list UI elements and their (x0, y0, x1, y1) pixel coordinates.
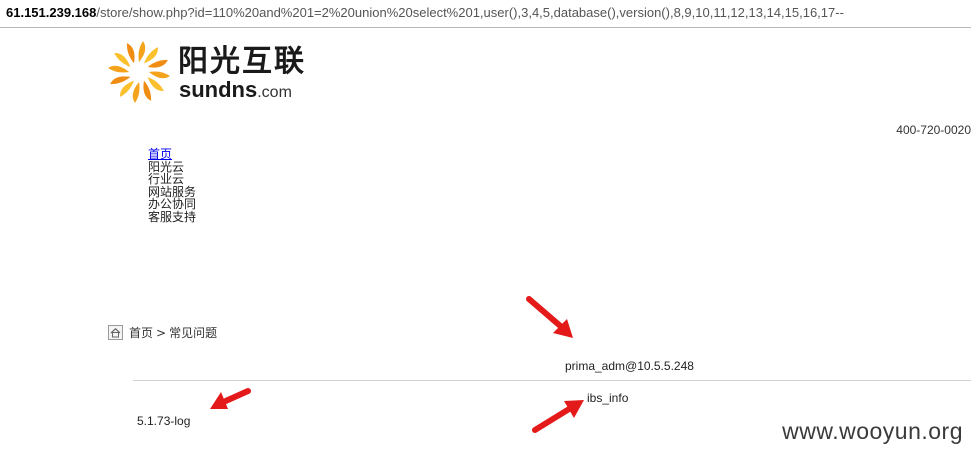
nav-link-home[interactable]: 首页 (148, 147, 172, 161)
logo-name-en: sundns.com (179, 79, 292, 104)
sun-logo-icon (108, 41, 170, 103)
divider (133, 380, 971, 381)
red-arrow-icon (210, 388, 251, 409)
leaked-db-user: prima_adm@10.5.5.248 (565, 359, 694, 373)
red-arrow-icon (526, 296, 573, 338)
url-host: 61.151.239.168 (6, 5, 97, 20)
phone-number: 400-720-0020 (896, 123, 971, 137)
site-logo[interactable]: 阳光互联 sundns.com (106, 41, 321, 103)
breadcrumb-separator: > (156, 325, 167, 340)
breadcrumb-current: 常见问题 (169, 326, 218, 340)
main-nav: 首页 阳光云 行业云 网站服务 办公协同 客服支持 (148, 148, 196, 223)
logo-domain-suffix: .com (257, 84, 292, 101)
nav-item-support[interactable]: 客服支持 (148, 210, 196, 224)
logo-name-en-main: sundns (179, 77, 258, 102)
leaked-db-name: ibs_info (587, 391, 629, 405)
watermark: www.wooyun.org (782, 418, 963, 444)
nav-item-office-collab[interactable]: 办公协同 (148, 198, 196, 211)
breadcrumb: 首页 > 常见问题 (108, 324, 217, 341)
logo-name-cn: 阳光互联 (178, 44, 306, 79)
leaked-db-version: 5.1.73-log (137, 414, 191, 428)
red-arrow-icon (532, 400, 584, 433)
url-path: /store/show.php?id=110%20and%201=2%20uni… (96, 5, 844, 20)
address-bar[interactable]: 61.151.239.168/store/show.php?id=110%20a… (0, 0, 971, 28)
breadcrumb-home[interactable]: 首页 (129, 324, 153, 341)
home-icon[interactable] (108, 325, 123, 340)
nav-item-home[interactable]: 首页 (148, 148, 196, 161)
nav-item-industry-cloud[interactable]: 行业云 (148, 173, 196, 186)
